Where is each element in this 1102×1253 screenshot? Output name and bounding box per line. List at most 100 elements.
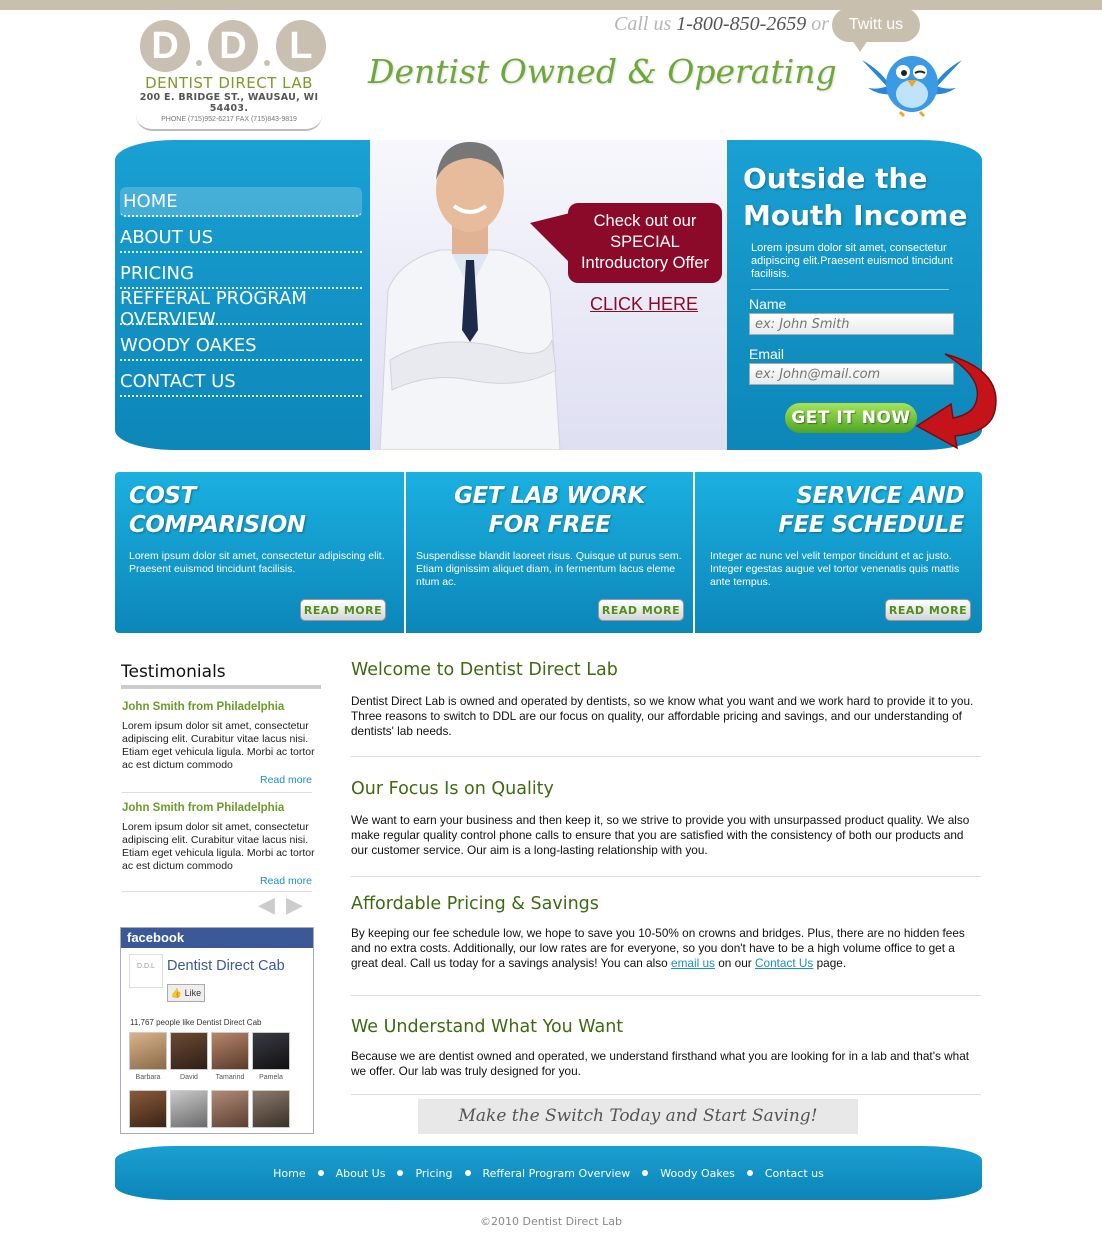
section-divider — [351, 995, 981, 996]
facebook-page-logo[interactable]: D.D.L — [129, 954, 163, 988]
testimonial-read-more-link[interactable]: Read more — [260, 774, 312, 786]
feature-title: GET LAB WORK FOR FREE — [406, 482, 693, 540]
footer-bullet — [464, 1170, 471, 1176]
footer-bullet — [397, 1170, 404, 1176]
click-here-link[interactable]: CLICK HERE — [590, 294, 698, 315]
name-input[interactable] — [749, 313, 954, 335]
facebook-header: facebook — [121, 928, 313, 948]
bubble-line: Introductory Offer — [580, 254, 710, 272]
thumbs-up-icon: 👍 — [170, 988, 183, 998]
feature-title-line: FEE SCHEDULE — [778, 512, 964, 538]
feature-text: Integer ac nunc vel velit tempor tincidu… — [710, 550, 960, 588]
footer-bullet — [642, 1170, 649, 1176]
feature-title-line: SERVICE AND — [796, 483, 964, 509]
facebook-fan-count: 11,767 people like Dentist Direct Cab — [130, 1018, 262, 1027]
read-more-button[interactable]: READ MORE — [300, 599, 386, 621]
call-prefix: Call us — [614, 13, 672, 35]
section-divider — [351, 1094, 981, 1095]
footer-link-contact-us[interactable]: Contact us — [765, 1167, 824, 1180]
testimonial-text: Lorem ipsum dolor sit amet, consectetur … — [122, 720, 315, 771]
logo[interactable]: D D L DENTIST DIRECT LAB 200 E. BRIDGE S… — [136, 20, 326, 140]
testimonial-read-more-link[interactable]: Read more — [260, 875, 312, 887]
section-body: Dentist Direct Lab is owned and operated… — [351, 694, 974, 738]
call-number[interactable]: 1-800-850-2659 — [676, 13, 806, 35]
signup-description: Lorem ipsum dolor sit amet, consectetur … — [751, 242, 953, 280]
feature-title-line: COMPARISION — [129, 512, 306, 538]
call-us-line: Call us 1-800-850-2659 or — [614, 13, 829, 36]
feature-title-line: FOR FREE — [488, 512, 611, 538]
feature-get-lab-work: GET LAB WORK FOR FREE Suspendisse blandi… — [406, 472, 693, 633]
call-suffix: or — [811, 13, 830, 35]
footer-link-home[interactable]: Home — [273, 1167, 305, 1180]
signup-title-line: Outside the — [743, 162, 928, 195]
facebook-page-name[interactable]: Dentist Direct Cab — [167, 958, 285, 974]
section-title: Our Focus Is on Quality — [351, 779, 554, 799]
logo-letter: D — [140, 20, 191, 72]
special-offer-bubble[interactable]: Check out our SPECIAL Introductory Offer — [530, 203, 722, 283]
logo-phone: PHONE (715)952-6217 FAX (715)843-9819 — [161, 116, 297, 123]
signup-divider — [751, 289, 949, 290]
fan-avatar[interactable] — [252, 1032, 290, 1070]
fan-avatar[interactable] — [170, 1090, 208, 1128]
footer-link-refferal-program[interactable]: Refferal Program Overview — [483, 1167, 631, 1180]
fan-name[interactable]: Pamela — [251, 1074, 291, 1081]
testimonial-divider — [122, 792, 312, 793]
make-the-switch-banner[interactable]: Make the Switch Today and Start Saving! — [418, 1099, 858, 1134]
nav-home[interactable]: HOME — [120, 187, 362, 217]
footer-nav: Home About Us Pricing Refferal Program O… — [115, 1146, 982, 1200]
nav-refferal-program[interactable]: REFFERAL PROGRAM OVERVIEW — [120, 288, 362, 330]
fan-name[interactable]: David — [169, 1074, 209, 1081]
get-it-now-button[interactable]: GET IT NOW — [785, 403, 917, 433]
fan-avatar[interactable] — [211, 1032, 249, 1070]
tagline: Dentist Owned & Operating — [368, 52, 837, 91]
twitter-button[interactable]: Twitt us — [832, 8, 920, 52]
fan-name[interactable]: Barbara — [128, 1074, 168, 1081]
nav-about-us[interactable]: ABOUT US — [120, 223, 362, 253]
fan-avatar[interactable] — [129, 1032, 167, 1070]
logo-letter: L — [275, 20, 326, 72]
footer-link-about-us[interactable]: About Us — [336, 1167, 386, 1180]
nav-woody-oakes[interactable]: WOODY OAKES — [120, 331, 362, 361]
testimonial-text: Lorem ipsum dolor sit amet, consectetur … — [122, 821, 315, 872]
email-us-link[interactable]: email us — [671, 956, 715, 970]
name-label: Name — [749, 296, 787, 312]
section-title: We Understand What You Want — [351, 1017, 624, 1037]
section-divider — [351, 756, 981, 757]
bubble-line: Check out our — [593, 212, 697, 230]
nav-pricing[interactable]: PRICING — [120, 259, 362, 289]
fan-name[interactable]: Tamarind — [210, 1074, 250, 1081]
footer-bullet — [746, 1170, 753, 1176]
testimonials-title: Testimonials — [121, 662, 226, 682]
logo-letter: D — [207, 20, 259, 72]
logo-dot — [264, 60, 270, 66]
feature-title: COST COMPARISION — [129, 482, 306, 540]
section-divider — [351, 876, 981, 877]
doctor-image — [379, 142, 561, 450]
testimonial-arrows: ◀ ▶ — [258, 894, 310, 916]
read-more-button[interactable]: READ MORE — [885, 599, 971, 621]
arrow-right-icon[interactable]: ▶ — [286, 894, 310, 916]
footer-link-pricing[interactable]: Pricing — [415, 1167, 452, 1180]
facebook-like-button[interactable]: 👍 Like — [167, 984, 205, 1002]
twitter-bird-icon[interactable] — [860, 40, 964, 118]
contact-us-link[interactable]: Contact Us — [755, 956, 813, 970]
feature-title-line: GET LAB WORK — [454, 483, 645, 509]
section-body-text: page. — [813, 956, 847, 970]
nav-contact-us[interactable]: CONTACT US — [120, 367, 362, 397]
top-strip — [0, 0, 1102, 10]
arrow-left-icon[interactable]: ◀ — [258, 894, 282, 916]
fan-avatar[interactable] — [211, 1090, 249, 1128]
facebook-widget: facebook D.D.L Dentist Direct Cab 👍 Like… — [120, 927, 314, 1134]
fan-avatar[interactable] — [252, 1090, 290, 1128]
section-body: We want to earn your business and then k… — [351, 813, 970, 857]
read-more-button[interactable]: READ MORE — [598, 599, 684, 621]
testimonials-bar — [121, 685, 321, 689]
feature-title-line: COST — [129, 483, 196, 509]
section-body-text: on our — [714, 956, 755, 970]
fan-avatar[interactable] — [129, 1090, 167, 1128]
footer-bullet — [317, 1170, 324, 1176]
footer-link-woody-oakes[interactable]: Woody Oakes — [660, 1167, 735, 1180]
fan-avatar[interactable] — [170, 1032, 208, 1070]
logo-letters: D D L — [140, 20, 326, 72]
signup-title-line: Mouth Income — [743, 199, 968, 232]
